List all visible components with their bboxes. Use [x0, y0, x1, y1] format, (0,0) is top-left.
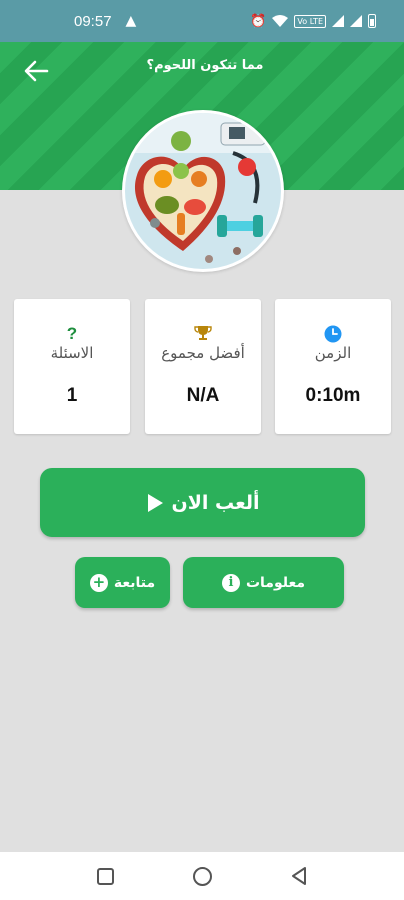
- time-label: الزمن: [314, 344, 352, 362]
- play-icon: [147, 493, 163, 512]
- info-button[interactable]: معلومات i: [183, 557, 344, 608]
- volte-badge: Vo LTE: [294, 14, 326, 28]
- back-triangle-icon: [292, 867, 306, 885]
- healthy-food-image: [125, 113, 281, 269]
- status-icons: ⏰ Vo LTE: [250, 14, 376, 29]
- questions-value: 1: [66, 385, 78, 406]
- plus-circle-icon: +: [89, 573, 108, 592]
- page-title: مما تتكون اللحوم؟: [146, 58, 264, 73]
- system-nav-bar: [0, 852, 404, 900]
- questions-card: ? الاسئلة 1: [14, 299, 130, 434]
- best-score-label: أفضل مجموع: [161, 344, 245, 362]
- signal-icon-2: [350, 15, 362, 27]
- time-card: الزمن 0:10m: [275, 299, 391, 434]
- quiz-image: [122, 110, 284, 272]
- alarm-icon: ⏰: [250, 13, 267, 29]
- questions-label: الاسئلة: [50, 344, 94, 362]
- play-now-button[interactable]: ألعب الان: [40, 468, 365, 537]
- question-mark-icon: ?: [66, 324, 78, 343]
- clock-icon: [324, 325, 342, 343]
- system-back-button[interactable]: [290, 866, 308, 890]
- best-score-value: N/A: [186, 385, 220, 406]
- signal-icon: [332, 15, 344, 27]
- info-label: معلومات: [245, 574, 306, 591]
- follow-label: متابعة: [113, 574, 156, 591]
- best-score-card: أفضل مجموع N/A: [145, 299, 261, 434]
- wifi-icon: [272, 15, 289, 27]
- home-button[interactable]: [193, 867, 212, 886]
- follow-button[interactable]: متابعة +: [75, 557, 170, 608]
- trophy-icon: [194, 326, 212, 340]
- status-bar: 09:57 ▲ ⏰ Vo LTE: [0, 0, 404, 42]
- status-time: 09:57: [74, 12, 112, 30]
- battery-icon: [368, 14, 376, 28]
- info-circle-icon: i: [221, 573, 240, 592]
- recent-apps-button[interactable]: [97, 868, 114, 885]
- play-now-label: ألعب الان: [171, 491, 260, 514]
- time-value: 0:10m: [305, 385, 361, 406]
- warning-icon: ▲: [125, 13, 137, 29]
